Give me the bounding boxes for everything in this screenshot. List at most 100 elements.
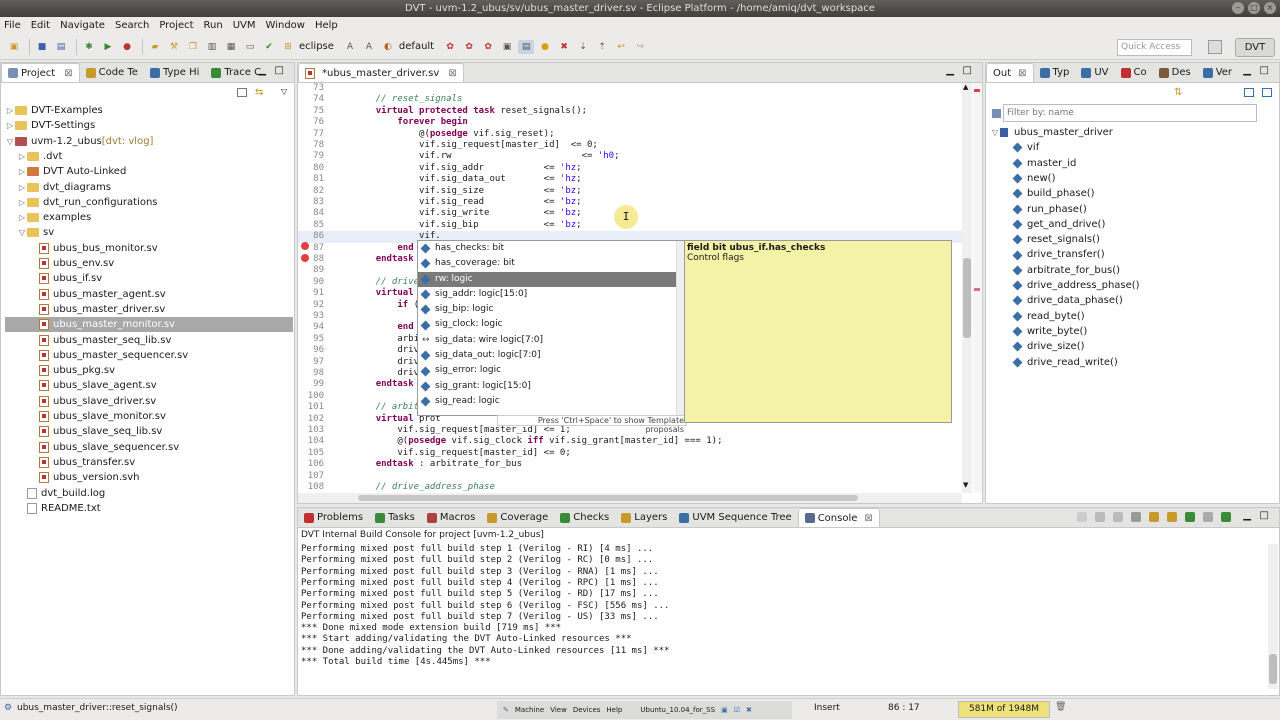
tab-project[interactable]: Project ⊠ [1, 63, 80, 82]
collapse-all-icon[interactable] [1262, 88, 1272, 97]
remove-launch-icon[interactable] [1095, 512, 1105, 522]
tab-ubus-master-driver[interactable]: *ubus_master_driver.sv ⊠ [298, 63, 464, 82]
list-item[interactable]: ▷ .dvt [17, 149, 62, 164]
prev-annotation-icon[interactable]: ⇡ [594, 40, 610, 54]
scroll-lock-icon[interactable] [1149, 512, 1159, 522]
build-icon[interactable]: ⚒ [166, 40, 182, 54]
scrollbar-thumb[interactable] [963, 258, 971, 338]
close-tab-icon[interactable]: ⊠ [64, 64, 72, 83]
list-item[interactable]: ubus_env.sv [39, 256, 114, 271]
tab-layers[interactable]: Layers [615, 508, 673, 527]
outline-item[interactable]: arbitrate_for_bus() [1012, 263, 1120, 278]
tab-coverage-view[interactable]: Coverage [481, 508, 554, 527]
expand-icon[interactable]: ▷ [5, 118, 15, 133]
list-item[interactable]: ubus_transfer.sv [39, 455, 135, 470]
list-item[interactable]: ubus_slave_seq_lib.sv [39, 424, 162, 439]
minimize-window-button[interactable]: – [1232, 2, 1244, 14]
popup-scrollbar[interactable] [676, 241, 684, 415]
font-increase-icon[interactable]: A [342, 40, 358, 54]
outline-item[interactable]: drive_data_phase() [1012, 293, 1123, 308]
list-item[interactable]: ubus_master_monitor.sv [5, 317, 293, 333]
sync-icon[interactable]: ⇅ [1174, 87, 1182, 98]
maximize-window-button[interactable]: □ [1248, 2, 1260, 14]
quick-access-input[interactable]: Quick Access [1117, 39, 1192, 56]
save-icon[interactable]: ■ [34, 40, 50, 54]
completion-item[interactable]: sig_read: logic [418, 394, 684, 409]
expand-icon[interactable]: ▷ [17, 149, 27, 164]
menu-navigate[interactable]: Navigate [60, 20, 105, 31]
font-decrease-icon[interactable]: A [361, 40, 377, 54]
terminate-icon[interactable] [1077, 512, 1087, 522]
layout-icon[interactable]: ▥ [204, 40, 220, 54]
list-item[interactable]: ubus_if.sv [39, 271, 102, 286]
list-item[interactable]: ubus_master_agent.sv [39, 287, 166, 302]
tab-problems[interactable]: Problems [298, 508, 369, 527]
menu-uvm[interactable]: UVM [233, 20, 256, 31]
vm-menu-help[interactable]: Help [606, 706, 622, 714]
link-icon[interactable]: ✿ [461, 40, 477, 54]
vm-window-label[interactable]: Ubuntu_10.04_for_SS [640, 706, 715, 714]
menu-search[interactable]: Search [115, 20, 149, 31]
expand-icon[interactable]: ▷ [17, 180, 27, 195]
list-item[interactable]: ubus_slave_sequencer.sv [39, 440, 179, 455]
completion-item-selected[interactable]: rw: logic [418, 271, 684, 287]
link-editor-icon[interactable]: ⇆ [255, 87, 263, 98]
code-line[interactable]: 107 [298, 471, 958, 482]
open-console-icon[interactable] [1221, 512, 1231, 522]
display-console-icon[interactable] [1203, 512, 1213, 522]
garbage-collect-icon[interactable]: 🗑 [1055, 702, 1066, 712]
code-line[interactable]: 81 vif.sig_data_out <= 'hz; [298, 174, 958, 185]
console-scrollbar[interactable] [1268, 544, 1278, 689]
close-tab-icon[interactable]: ⊠ [864, 509, 872, 528]
code-line[interactable]: 77 @(posedge vif.sig_reset); [298, 129, 958, 140]
scroll-down-icon[interactable]: ▼ [963, 481, 968, 489]
completion-item[interactable]: has_checks: bit [418, 241, 684, 256]
completion-item[interactable]: sig_bip: logic [418, 302, 684, 317]
view-menu-icon[interactable]: ▽ [281, 87, 287, 96]
code-line[interactable]: 108 // drive_address_phase [298, 482, 958, 493]
code-line[interactable]: 82 vif.sig_size <= 'bz; [298, 186, 958, 197]
outline-item[interactable]: drive_read_write() [1012, 355, 1118, 370]
tab-checks[interactable]: Checks [554, 508, 615, 527]
stop-icon[interactable]: ✖ [556, 40, 572, 54]
tab-uvm[interactable]: UV [1075, 63, 1114, 82]
code-line[interactable]: 74 // reset_signals [298, 94, 958, 105]
minimize-panel-icon[interactable]: ▁ [946, 65, 954, 76]
console-output[interactable]: Performing mixed post full build step 1 … [301, 544, 1261, 689]
outline-item[interactable]: run_phase() [1012, 202, 1087, 217]
theme-icon[interactable]: ◐ [380, 40, 396, 54]
open-perspective-icon[interactable] [1208, 40, 1222, 54]
hierarchy-icon[interactable]: ✿ [442, 40, 458, 54]
new-icon[interactable]: ▣ [6, 40, 22, 54]
code-line[interactable]: 105 vif.sig_request[master_id] <= 0; [298, 448, 958, 459]
tab-macros[interactable]: Macros [421, 508, 481, 527]
minimize-panel-icon[interactable]: ▁ [258, 65, 266, 76]
minimize-panel-icon[interactable]: ▁ [1243, 65, 1251, 76]
outline-item[interactable]: reset_signals() [1012, 232, 1100, 247]
code-line[interactable]: 104 @(posedge vif.sig_clock iff vif.sig_… [298, 436, 958, 447]
code-line[interactable]: 80 vif.sig_addr <= 'hz; [298, 163, 958, 174]
outline-item[interactable]: drive_address_phase() [1012, 278, 1140, 293]
maximize-panel-icon[interactable]: □ [1260, 65, 1269, 76]
list-item[interactable]: ubus_version.svh [39, 470, 140, 485]
vm-menu-view[interactable]: View [550, 706, 567, 714]
tab-design[interactable]: Des [1153, 63, 1197, 82]
scrollbar-thumb[interactable] [1269, 654, 1277, 684]
scrollbar-thumb[interactable] [358, 495, 858, 501]
code-line[interactable]: 103 vif.sig_request[master_id] <= 1; [298, 425, 958, 436]
outline-item[interactable]: write_byte() [1012, 324, 1087, 339]
code-line[interactable]: 73 [298, 83, 958, 94]
open-folder-icon[interactable]: ▰ [147, 40, 163, 54]
forward-icon[interactable]: ↪ [632, 40, 648, 54]
collapse-icon[interactable]: ▽ [5, 134, 15, 149]
list-item[interactable]: ubus_master_seq_lib.sv [39, 333, 171, 348]
expand-icon[interactable]: ▷ [17, 164, 27, 179]
word-wrap-icon[interactable] [1167, 512, 1177, 522]
vm-menu-machine[interactable]: Machine [515, 706, 544, 714]
diagram-icon[interactable]: ⊞ [280, 40, 296, 54]
tab-coverage[interactable]: Co [1115, 63, 1153, 82]
vm-menu-devices[interactable]: Devices [573, 706, 601, 714]
list-item[interactable]: ▽ uvm-1.2_ubus [dvt: vlog] [5, 134, 154, 149]
heap-status[interactable]: 581M of 1948M [958, 701, 1050, 718]
copy-icon[interactable]: ❐ [185, 40, 201, 54]
